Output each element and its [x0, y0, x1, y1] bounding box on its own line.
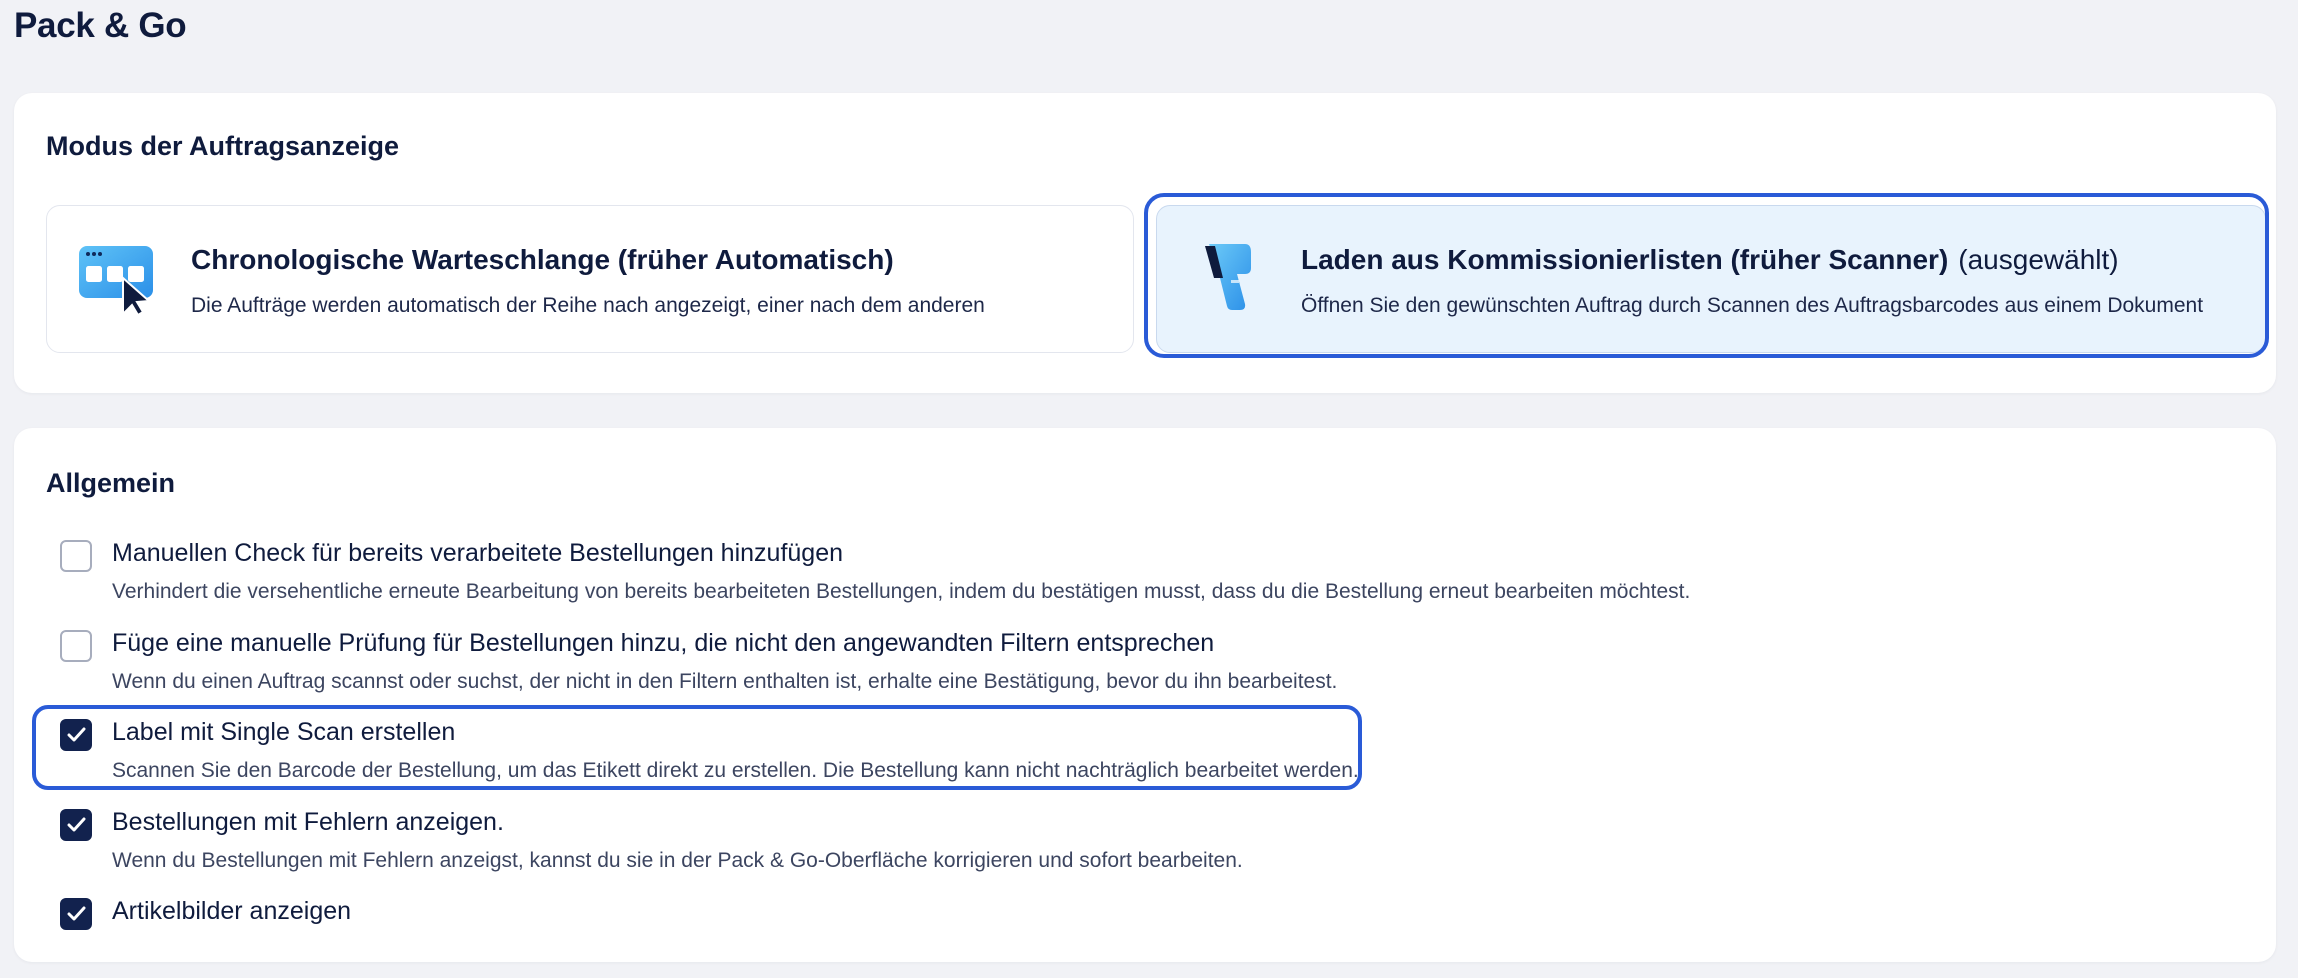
page-title: Pack & Go — [14, 6, 187, 45]
barcode-scanner-icon — [1201, 240, 1281, 312]
mode-option-description: Die Aufträge werden automatisch der Reih… — [191, 294, 985, 317]
checkmark-icon — [67, 906, 86, 921]
setting-label: Label mit Single Scan erstellen — [112, 718, 456, 746]
checkmark-icon — [67, 727, 86, 742]
queue-window-cursor-icon — [77, 244, 157, 317]
general-settings-card: Allgemein Manuellen Check für bereits ve… — [14, 428, 2276, 962]
pack-and-go-settings-page: Pack & Go Modus der Auftragsanzeige Chro… — [0, 0, 2298, 978]
checkmark-icon — [67, 817, 86, 832]
setting-label: Artikelbilder anzeigen — [112, 897, 352, 925]
setting-label: Bestellungen mit Fehlern anzeigen. — [112, 808, 504, 836]
mode-option-picklist-scanner[interactable]: Laden aus Kommissionierlisten (früher Sc… — [1156, 205, 2266, 353]
checkbox-checked[interactable] — [60, 898, 92, 930]
checkbox[interactable] — [60, 630, 92, 662]
mode-option-chronological-queue[interactable]: Chronologische Warteschlange (früher Aut… — [46, 205, 1134, 353]
setting-description: Scannen Sie den Barcode der Bestellung, … — [112, 759, 1359, 782]
setting-label: Manuellen Check für bereits verarbeitete… — [112, 539, 844, 567]
setting-description: Wenn du einen Auftrag scannst oder suchs… — [112, 670, 1338, 693]
order-display-mode-card: Modus der Auftragsanzeige Chronologische… — [14, 93, 2276, 393]
checkbox-checked[interactable] — [60, 809, 92, 841]
checkbox[interactable] — [60, 540, 92, 572]
mode-option-title: Laden aus Kommissionierlisten (früher Sc… — [1301, 244, 1949, 275]
setting-label: Füge eine manuelle Prüfung für Bestellun… — [112, 629, 1215, 657]
setting-description: Verhindert die versehentliche erneute Be… — [112, 580, 1691, 603]
mode-option-description: Öffnen Sie den gewünschten Auftrag durch… — [1301, 294, 2204, 317]
selected-tag: (ausgewählt) — [1958, 244, 2119, 275]
checkbox-checked[interactable] — [60, 719, 92, 751]
section-title-mode: Modus der Auftragsanzeige — [46, 131, 400, 161]
mode-option-title: Chronologische Warteschlange (früher Aut… — [191, 244, 894, 275]
section-title-general: Allgemein — [46, 468, 176, 498]
setting-description: Wenn du Bestellungen mit Fehlern anzeigs… — [112, 849, 1243, 872]
